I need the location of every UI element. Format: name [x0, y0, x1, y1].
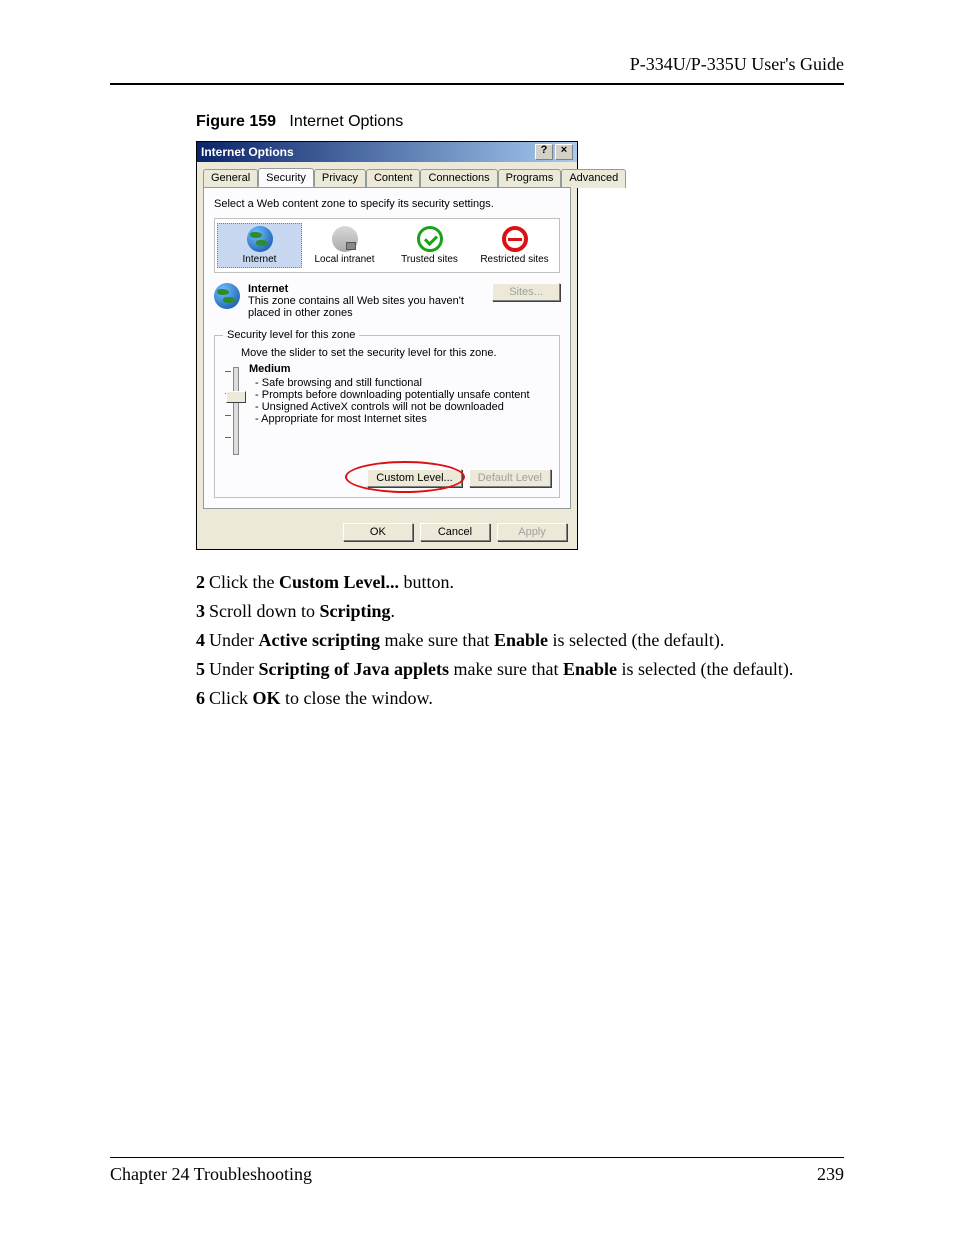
tab-strip: General Security Privacy Content Connect…	[197, 162, 577, 187]
header-rule	[110, 83, 844, 85]
step-number: 6	[196, 688, 205, 708]
step-bold: Enable	[494, 630, 548, 650]
bullet: Appropriate for most Internet sites	[255, 413, 551, 425]
dialog-title: Internet Options	[201, 145, 294, 159]
step-item: 2Click the Custom Level... button.	[196, 572, 844, 593]
ok-button[interactable]: OK	[343, 523, 413, 541]
zone-restricted-sites[interactable]: Restricted sites	[472, 223, 557, 268]
custom-level-button[interactable]: Custom Level...	[367, 469, 461, 487]
step-item: 4Under Active scripting make sure that E…	[196, 630, 844, 651]
tab-connections[interactable]: Connections	[420, 169, 497, 188]
footer-page-number: 239	[817, 1164, 844, 1185]
step-number: 4	[196, 630, 205, 650]
security-level-bullets: Safe browsing and still functional Promp…	[249, 377, 551, 425]
tab-advanced[interactable]: Advanced	[561, 169, 626, 188]
selected-zone-text: This zone contains all Web sites you hav…	[248, 295, 492, 319]
step-bold: Scripting	[320, 601, 391, 621]
step-bold: Custom Level...	[279, 572, 399, 592]
checkmark-icon	[417, 226, 443, 252]
dialog-titlebar: Internet Options ? ×	[197, 142, 577, 162]
default-level-button[interactable]: Default Level	[469, 469, 551, 487]
tab-content[interactable]: Content	[366, 169, 421, 188]
step-item: 6Click OK to close the window.	[196, 688, 844, 709]
step-number: 2	[196, 572, 205, 592]
security-level-group: Security level for this zone Move the sl…	[214, 329, 560, 498]
selected-zone-name: Internet	[248, 283, 492, 295]
dialog-footer: OK Cancel Apply	[197, 515, 577, 549]
tab-privacy[interactable]: Privacy	[314, 169, 366, 188]
internet-options-dialog: Internet Options ? × General Security Pr…	[196, 141, 578, 550]
no-entry-icon	[502, 226, 528, 252]
security-level-name: Medium	[249, 363, 551, 375]
step-bold: OK	[253, 688, 281, 708]
zone-internet[interactable]: Internet	[217, 223, 302, 268]
figure-title: Internet Options	[289, 113, 403, 130]
zone-label: Local intranet	[305, 254, 384, 265]
step-bold: Enable	[563, 659, 617, 679]
zone-instruction: Select a Web content zone to specify its…	[214, 198, 560, 210]
zone-label: Restricted sites	[475, 254, 554, 265]
figure-caption: Figure 159 Internet Options	[196, 113, 844, 131]
help-icon[interactable]: ?	[535, 144, 553, 160]
close-icon[interactable]: ×	[555, 144, 573, 160]
steps-list: 2Click the Custom Level... button. 3Scrol…	[196, 572, 844, 709]
sites-button[interactable]: Sites...	[492, 283, 560, 301]
globe-icon	[247, 226, 273, 252]
footer-rule	[110, 1157, 844, 1158]
step-item: 3Scroll down to Scripting.	[196, 601, 844, 622]
step-number: 5	[196, 659, 205, 679]
bullet: Prompts before downloading potentially u…	[255, 389, 551, 401]
tab-programs[interactable]: Programs	[498, 169, 562, 188]
zone-trusted-sites[interactable]: Trusted sites	[387, 223, 472, 268]
running-header: P-334U/P-335U User's Guide	[110, 54, 844, 75]
bullet: Safe browsing and still functional	[255, 377, 551, 389]
footer-chapter: Chapter 24 Troubleshooting	[110, 1164, 312, 1185]
security-slider[interactable]	[223, 363, 249, 459]
zone-local-intranet[interactable]: Local intranet	[302, 223, 387, 268]
apply-button[interactable]: Apply	[497, 523, 567, 541]
security-level-legend: Security level for this zone	[223, 329, 359, 341]
step-item: 5Under Scripting of Java applets make su…	[196, 659, 844, 680]
tab-panel-security: Select a Web content zone to specify its…	[203, 187, 571, 509]
step-bold: Active scripting	[258, 630, 379, 650]
globe-icon	[214, 283, 240, 309]
zone-list: Internet Local intranet Trusted sites Re…	[214, 218, 560, 273]
tab-security[interactable]: Security	[258, 168, 314, 187]
computer-icon	[332, 226, 358, 252]
zone-label: Internet	[220, 254, 299, 265]
selected-zone-description: Internet This zone contains all Web site…	[248, 283, 492, 319]
slider-thumb-icon	[226, 391, 246, 403]
tab-general[interactable]: General	[203, 169, 258, 188]
zone-label: Trusted sites	[390, 254, 469, 265]
bullet: Unsigned ActiveX controls will not be do…	[255, 401, 551, 413]
step-bold: Scripting of Java applets	[258, 659, 449, 679]
step-number: 3	[196, 601, 205, 621]
security-move-hint: Move the slider to set the security leve…	[241, 347, 551, 359]
cancel-button[interactable]: Cancel	[420, 523, 490, 541]
figure-label: Figure 159	[196, 113, 276, 130]
